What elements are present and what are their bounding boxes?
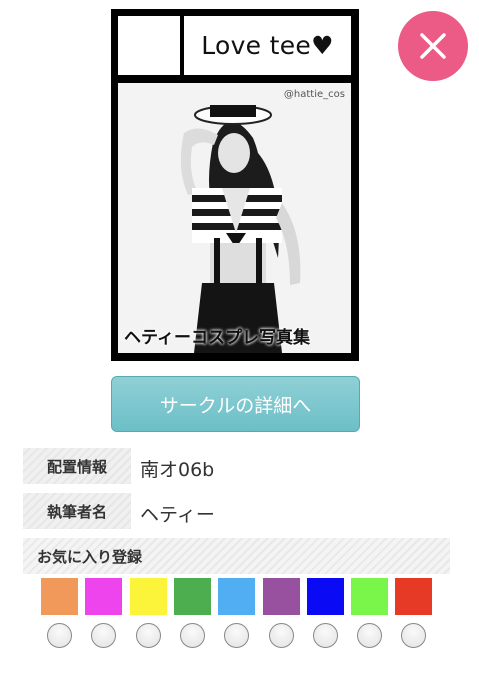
favorite-color-swatch[interactable] — [351, 578, 389, 615]
favorite-color-radio[interactable] — [312, 623, 338, 648]
cut-circle-name: Love tee♥ — [184, 16, 351, 75]
placement-label: 配置情報 — [23, 448, 131, 484]
cut-space-number-box — [118, 16, 180, 75]
cut-caption: ヘティーコスプレ写真集 — [124, 328, 310, 348]
favorite-color-swatch[interactable] — [41, 578, 78, 615]
cosplay-photo-illustration — [118, 83, 351, 353]
favorite-color-swatch[interactable] — [85, 578, 123, 615]
circle-cut: Love tee♥ @hattie_cos ヘティーコスプレ写真集 — [111, 9, 359, 361]
close-icon — [420, 33, 446, 59]
favorite-color-swatch[interactable] — [306, 578, 344, 615]
circle-detail-button[interactable]: サークルの詳細へ — [111, 376, 360, 432]
favorite-color-radio[interactable] — [268, 623, 294, 648]
favorite-color-radio[interactable] — [91, 623, 117, 648]
cut-twitter-handle: @hattie_cos — [283, 89, 345, 100]
favorite-color-radio[interactable] — [135, 623, 161, 648]
author-value: ヘティー — [140, 504, 215, 526]
favorite-color-radio[interactable] — [357, 623, 383, 648]
favorite-color-swatch[interactable] — [173, 578, 211, 615]
favorite-color-swatch[interactable] — [129, 578, 167, 615]
favorite-color-radio[interactable] — [179, 623, 205, 648]
favorite-color-swatch[interactable] — [262, 578, 300, 615]
favorite-color-radio[interactable] — [224, 623, 250, 648]
favorite-color-swatch[interactable] — [395, 578, 433, 615]
placement-value: 南オ06b — [140, 459, 215, 481]
favorite-color-radio[interactable] — [401, 623, 427, 648]
cut-photo: @hattie_cos ヘティーコスプレ写真集 — [118, 83, 351, 353]
close-button[interactable] — [398, 11, 468, 81]
favorite-color-swatch[interactable] — [218, 578, 256, 615]
favorite-registration-header: お気に入り登録 — [23, 538, 450, 574]
author-label: 執筆者名 — [23, 493, 131, 529]
favorite-color-radio[interactable] — [47, 623, 72, 648]
